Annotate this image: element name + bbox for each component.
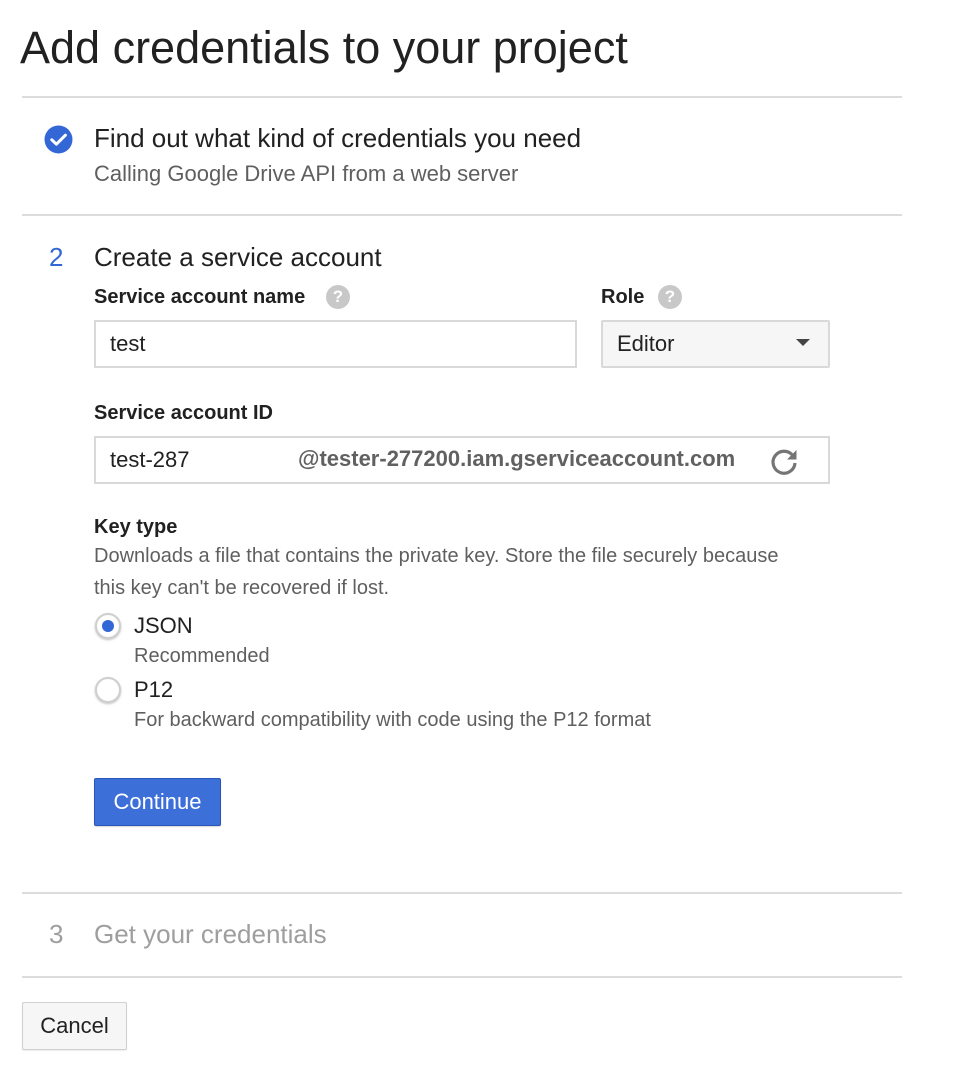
check-circle-icon xyxy=(44,125,73,154)
divider xyxy=(22,976,902,978)
step3-number: 3 xyxy=(49,919,64,949)
divider xyxy=(22,892,902,894)
step1-subtitle: Calling Google Drive API from a web serv… xyxy=(94,161,519,186)
role-selected-value: Editor xyxy=(617,331,675,356)
question-circle-icon[interactable]: ? xyxy=(658,285,682,309)
p12-radio[interactable] xyxy=(95,677,121,703)
service-account-id-suffix: @tester-277200.iam.gserviceaccount.com xyxy=(298,446,736,471)
role-select[interactable]: Editor xyxy=(601,320,830,368)
divider xyxy=(22,96,902,98)
cancel-button[interactable]: Cancel xyxy=(22,1002,127,1050)
key-type-label: Key type xyxy=(94,516,178,538)
service-account-name-label: Service account name xyxy=(94,286,306,308)
role-label: Role xyxy=(601,286,645,308)
step1-title: Find out what kind of credentials you ne… xyxy=(94,123,582,153)
question-circle-icon[interactable]: ? xyxy=(326,285,350,309)
step2-number: 2 xyxy=(49,242,64,272)
service-account-name-input[interactable]: test xyxy=(94,320,577,368)
key-type-description: Downloads a file that contains the priva… xyxy=(94,545,779,599)
json-radio-sublabel: Recommended xyxy=(134,645,270,667)
service-account-id-label: Service account ID xyxy=(94,402,273,424)
json-radio-label[interactable]: JSON xyxy=(134,611,193,641)
continue-button[interactable]: Continue xyxy=(94,778,221,826)
service-account-id-field[interactable]: test-287 @tester-277200.iam.gserviceacco… xyxy=(94,436,830,484)
step2-title: Create a service account xyxy=(94,242,382,272)
chevron-down-icon xyxy=(796,339,810,346)
refresh-icon[interactable] xyxy=(768,446,800,478)
p12-radio-label[interactable]: P12 xyxy=(134,675,173,705)
service-account-id-input[interactable]: test-287 xyxy=(110,438,190,482)
json-radio[interactable] xyxy=(95,613,121,639)
p12-radio-sublabel: For backward compatibility with code usi… xyxy=(134,709,651,731)
step3-title: Get your credentials xyxy=(94,919,327,949)
divider xyxy=(22,214,902,216)
page-title: Add credentials to your project xyxy=(20,22,628,73)
